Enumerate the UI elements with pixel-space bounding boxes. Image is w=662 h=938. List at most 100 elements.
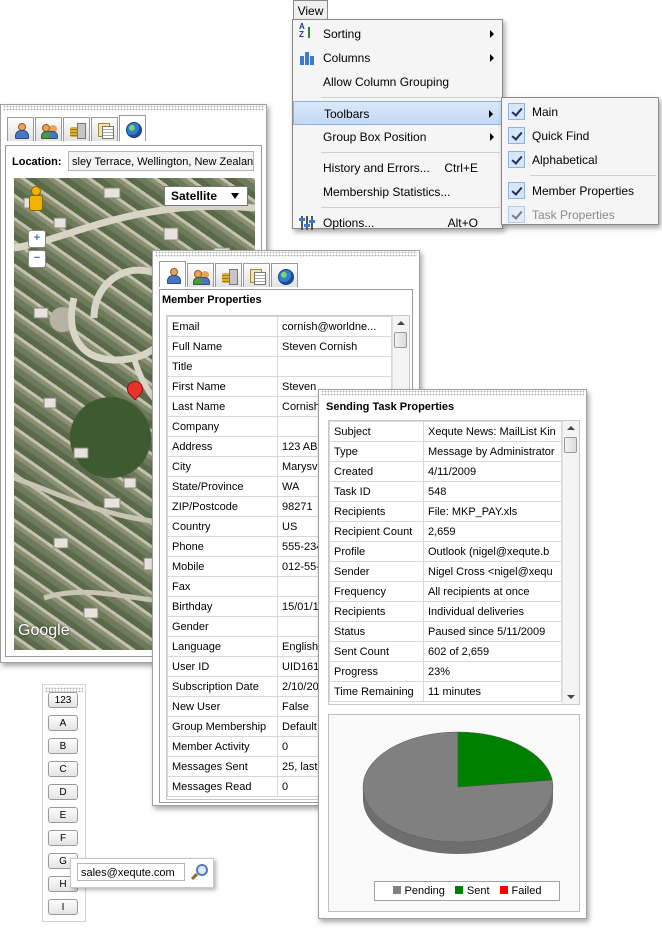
options-icon bbox=[299, 215, 315, 231]
member-property-row[interactable]: Full Name Steven Cornish bbox=[167, 336, 392, 357]
zoom-out-button[interactable]: − bbox=[28, 250, 46, 268]
task-properties-table: Subject Xequte News: MailList Kin Type Mess… bbox=[329, 421, 562, 702]
tab-documents[interactable] bbox=[91, 117, 118, 141]
member-property-row[interactable]: Title bbox=[167, 356, 392, 377]
zoom-in-button[interactable]: + bbox=[28, 230, 46, 248]
tab-finance[interactable] bbox=[63, 117, 90, 141]
member-property-key: Group Membership bbox=[167, 716, 278, 737]
quick-find-toolbar: sales@xequte.com bbox=[70, 858, 214, 888]
task-property-value[interactable]: Nigel Cross <nigel@xequ bbox=[423, 561, 562, 582]
tab-member[interactable] bbox=[159, 261, 186, 287]
task-property-value[interactable]: Paused since 5/11/2009 bbox=[423, 621, 562, 642]
task-property-value[interactable]: 548 bbox=[423, 481, 562, 502]
task-property-value[interactable]: Outlook (nigel@xequte.b bbox=[423, 541, 562, 562]
task-property-row[interactable]: Status Paused since 5/11/2009 bbox=[329, 621, 562, 642]
menu-separator bbox=[321, 97, 500, 98]
alpha-key-a[interactable]: A bbox=[48, 715, 78, 731]
menu-item-toolbars[interactable]: Toolbars bbox=[293, 101, 502, 125]
coins-icon bbox=[221, 268, 238, 285]
member-property-key: Email bbox=[167, 316, 278, 337]
member-property-value[interactable]: Steven Cornish bbox=[277, 336, 392, 357]
menu-item-allow-column-grouping[interactable]: Allow Column Grouping bbox=[293, 70, 502, 94]
menu-item-membership-statistics[interactable]: Membership Statistics... bbox=[293, 180, 502, 204]
task-property-value[interactable]: All recipients at once bbox=[423, 581, 562, 602]
task-property-row[interactable]: Created 4/11/2009 bbox=[329, 461, 562, 482]
submenu-item-main[interactable]: Main bbox=[502, 100, 658, 124]
task-property-row[interactable]: Sent Count 602 of 2,659 bbox=[329, 641, 562, 662]
member-property-key: Fax bbox=[167, 576, 278, 597]
task-property-row[interactable]: Recipient Count 2,659 bbox=[329, 521, 562, 542]
task-property-row[interactable]: Sender Nigel Cross <nigel@xequ bbox=[329, 561, 562, 582]
menu-item-history-and-errors[interactable]: History and Errors... Ctrl+E bbox=[293, 156, 502, 180]
task-properties-grid[interactable]: Subject Xequte News: MailList Kin Type Mess… bbox=[328, 420, 580, 705]
scroll-up-icon[interactable] bbox=[567, 426, 575, 430]
tab-documents[interactable] bbox=[243, 263, 270, 287]
menu-item-columns[interactable]: Columns bbox=[293, 46, 502, 70]
member-property-row[interactable]: Email cornish@worldne... bbox=[167, 316, 392, 337]
tab-member[interactable] bbox=[7, 117, 34, 141]
task-property-row[interactable]: Recipients File: MKP_PAY.xls bbox=[329, 501, 562, 522]
scroll-down-icon[interactable] bbox=[567, 695, 575, 699]
checkmark-icon bbox=[508, 151, 525, 168]
member-property-value[interactable] bbox=[277, 356, 392, 377]
task-property-value[interactable]: 11 minutes bbox=[423, 681, 562, 702]
task-property-value[interactable]: Xequte News: MailList Kin bbox=[423, 421, 562, 442]
alpha-key-123[interactable]: 123 bbox=[48, 692, 78, 708]
task-property-row[interactable]: Frequency All recipients at once bbox=[329, 581, 562, 602]
member-property-value[interactable]: cornish@worldne... bbox=[277, 316, 392, 337]
menu-item-options[interactable]: Options... Alt+O bbox=[293, 211, 502, 235]
alpha-key-b[interactable]: B bbox=[48, 738, 78, 754]
alpha-key-i[interactable]: I bbox=[48, 899, 78, 915]
task-property-value[interactable]: Message by Administrator bbox=[423, 441, 562, 462]
task-property-row[interactable]: Profile Outlook (nigel@xequte.b bbox=[329, 541, 562, 562]
tab-groups[interactable] bbox=[35, 117, 62, 141]
tab-location[interactable] bbox=[119, 115, 146, 141]
menu-separator bbox=[321, 207, 500, 208]
submenu-item-task-properties[interactable]: Task Properties bbox=[502, 203, 658, 227]
task-property-row[interactable]: Task ID 548 bbox=[329, 481, 562, 502]
task-property-value[interactable]: 4/11/2009 bbox=[423, 461, 562, 482]
map-type-dropdown[interactable]: Satellite bbox=[164, 186, 248, 206]
task-property-row[interactable]: Progress 23% bbox=[329, 661, 562, 682]
view-menu-title[interactable]: View bbox=[293, 0, 328, 20]
alpha-key-d[interactable]: D bbox=[48, 784, 78, 800]
menu-item-group-box-position[interactable]: Group Box Position bbox=[293, 125, 502, 149]
menu-item-sorting[interactable]: AZ Sorting bbox=[293, 22, 502, 46]
scroll-thumb[interactable] bbox=[564, 437, 577, 453]
alpha-key-f[interactable]: F bbox=[48, 830, 78, 846]
scroll-up-icon[interactable] bbox=[397, 321, 405, 325]
legend-item-failed: Failed bbox=[499, 885, 541, 897]
task-properties-scrollbar[interactable] bbox=[562, 421, 579, 704]
submenu-item-member-properties[interactable]: Member Properties bbox=[502, 179, 658, 203]
tab-groups[interactable] bbox=[187, 263, 214, 287]
location-input[interactable]: sley Terrace, Wellington, New Zealan bbox=[68, 151, 254, 171]
checkmark-icon bbox=[508, 182, 525, 199]
alpha-key-e[interactable]: E bbox=[48, 807, 78, 823]
alpha-key-c[interactable]: C bbox=[48, 761, 78, 777]
member-property-key: Birthday bbox=[167, 596, 278, 617]
panel-grip[interactable] bbox=[3, 105, 264, 111]
google-watermark: Google bbox=[18, 622, 70, 639]
task-property-row[interactable]: Type Message by Administrator bbox=[329, 441, 562, 462]
tab-finance[interactable] bbox=[215, 263, 242, 287]
submenu-item-quick-find[interactable]: Quick Find bbox=[502, 124, 658, 148]
member-properties-title: Member Properties bbox=[162, 294, 262, 306]
task-property-row[interactable]: Recipients Individual deliveries bbox=[329, 601, 562, 622]
task-property-row[interactable]: Subject Xequte News: MailList Kin bbox=[329, 421, 562, 442]
quick-find-input[interactable]: sales@xequte.com bbox=[77, 863, 185, 881]
submenu-item-alphabetical[interactable]: Alphabetical bbox=[502, 148, 658, 172]
task-property-value[interactable]: File: MKP_PAY.xls bbox=[423, 501, 562, 522]
scroll-thumb[interactable] bbox=[394, 332, 407, 348]
task-property-value[interactable]: 2,659 bbox=[423, 521, 562, 542]
task-property-row[interactable]: Time Remaining 11 minutes bbox=[329, 681, 562, 702]
panel-grip[interactable] bbox=[155, 251, 417, 257]
streetview-pegman-icon[interactable] bbox=[28, 186, 43, 214]
member-property-key: Address bbox=[167, 436, 278, 457]
task-property-value[interactable]: 602 of 2,659 bbox=[423, 641, 562, 662]
documents-icon bbox=[249, 268, 266, 285]
task-property-value[interactable]: Individual deliveries bbox=[423, 601, 562, 622]
legend-item-sent: Sent bbox=[454, 885, 490, 897]
task-property-value[interactable]: 23% bbox=[423, 661, 562, 682]
tab-location[interactable] bbox=[271, 263, 298, 287]
search-icon[interactable] bbox=[190, 864, 208, 881]
